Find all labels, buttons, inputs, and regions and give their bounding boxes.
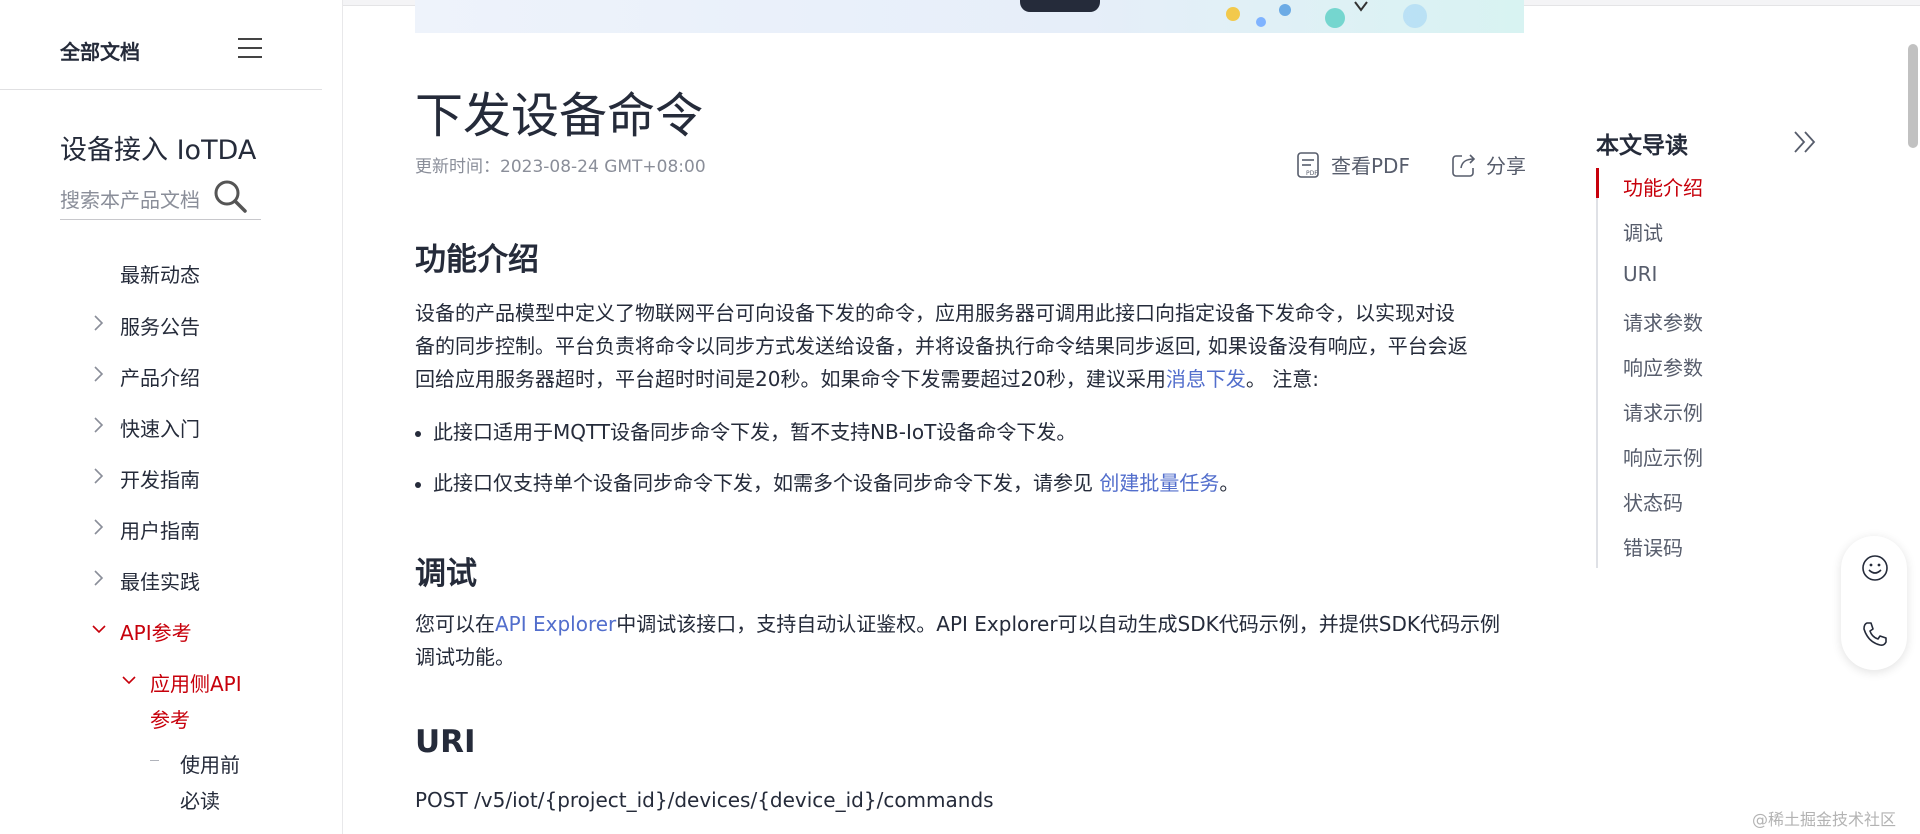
toc-active-marker [1596, 168, 1599, 198]
banner-decoration-icon [1226, 1, 1427, 28]
intro-line-2: 备的同步控制。平台负责将命令以同步方式发送给设备，并将设备执行命令结果同步返回,… [415, 334, 1468, 358]
share-label: 分享 [1486, 154, 1526, 178]
batch-task-link[interactable]: 创建批量任务 [1099, 471, 1219, 495]
sidebar-item-best-practice[interactable]: 最佳实践 [94, 566, 200, 595]
all-docs-label[interactable]: 全部文档 [60, 36, 140, 65]
toc-item-response-example[interactable]: 响应示例 [1623, 442, 1703, 471]
toc-item-request-example[interactable]: 请求示例 [1623, 397, 1703, 426]
section-heading-uri: URI [415, 724, 476, 760]
search-icon[interactable] [212, 178, 248, 214]
watermark: @稀土掘金技术社区 [1752, 810, 1897, 829]
sidebar-item-quickstart[interactable]: 快速入门 [94, 413, 200, 442]
intro-line-3b: 。 注意: [1245, 367, 1320, 391]
sidebar-item-app-api-cont[interactable]: 参考 [150, 704, 190, 733]
toc-item-debug[interactable]: 调试 [1623, 217, 1663, 246]
smile-icon[interactable] [1860, 553, 1890, 583]
chevron-right-icon [94, 519, 104, 535]
intro-line-3a: 回给应用服务器超时，平台超时时间是20秒。如果命令下发需要超过20秒，建议采用 [415, 367, 1166, 391]
sidebar: 全部文档 设备接入 IoTDA 搜索本产品文档 最新动态 服务公告 产品介绍 快… [0, 0, 343, 834]
chevron-right-icon [94, 468, 104, 484]
chevron-down-icon [122, 676, 136, 685]
sidebar-item-label: 快速入门 [120, 417, 200, 441]
chevron-right-icon [94, 315, 104, 331]
debug-line-2: 调试功能。 [415, 645, 515, 669]
debug-line-1a: 您可以在 [415, 612, 495, 636]
promo-banner[interactable] [415, 0, 1524, 33]
toc-item-uri[interactable]: URI [1623, 262, 1657, 286]
intro-paragraph: 设备的产品模型中定义了物联网平台可向设备下发的命令，应用服务器可调用此接口向指定… [415, 297, 1525, 396]
sidebar-item-label: 最新动态 [120, 263, 200, 287]
toc-title: 本文导读 [1596, 133, 1688, 159]
pdf-icon: PDF [1297, 151, 1319, 178]
sidebar-item-app-api[interactable]: 应用侧API [122, 668, 242, 697]
bullet-text-a: 此接口仅支持单个设备同步命令下发，如需多个设备同步命令下发，请参见 [433, 471, 1100, 495]
sidebar-item-user-guide[interactable]: 用户指南 [94, 515, 200, 544]
debug-paragraph: 您可以在API Explorer中调试该接口，支持自动认证鉴权。API Expl… [415, 608, 1525, 674]
toc-item-intro[interactable]: 功能介绍 [1623, 172, 1703, 201]
sidebar-item-label: 使用前 [180, 753, 240, 777]
bullet-text-b: 。 [1219, 471, 1240, 495]
product-search[interactable]: 搜索本产品文档 [60, 176, 261, 220]
sidebar-item-dev-guide[interactable]: 开发指南 [94, 464, 200, 493]
sidebar-item-latest[interactable]: 最新动态 [120, 259, 200, 288]
sidebar-item-label: 最佳实践 [120, 570, 200, 594]
sidebar-item-before-use-cont[interactable]: 必读 [180, 785, 220, 814]
double-chevron-right-icon[interactable] [1792, 128, 1818, 156]
page-scrollbar[interactable] [1908, 44, 1918, 148]
view-pdf-button[interactable]: PDF 查看PDF [1295, 150, 1410, 179]
sidebar-item-label: 开发指南 [120, 468, 200, 492]
intro-bullet-1: 此接口适用于MQTT设备同步命令下发，暂不支持NB-IoT设备命令下发。 [415, 416, 1076, 445]
product-title: 设备接入 IoTDA [60, 135, 257, 166]
debug-line-1: 您可以在API Explorer中调试该接口，支持自动认证鉴权。API Expl… [415, 608, 1525, 641]
sidebar-item-label: 必读 [180, 789, 220, 813]
menu-icon[interactable] [238, 38, 262, 60]
sidebar-item-label: 参考 [150, 708, 190, 732]
toc-item-status-code[interactable]: 状态码 [1623, 487, 1683, 516]
toc-track [1596, 168, 1598, 568]
view-pdf-label: 查看PDF [1331, 154, 1410, 178]
sidebar-item-label: 产品介绍 [120, 366, 200, 390]
updated-time: 更新时间：2023-08-24 GMT+08:00 [415, 157, 706, 177]
bullet-text: 此接口适用于MQTT设备同步命令下发，暂不支持NB-IoT设备命令下发。 [433, 420, 1077, 444]
floating-help-widget [1841, 536, 1907, 670]
message-send-link[interactable]: 消息下发 [1166, 367, 1246, 391]
chevron-right-icon [94, 417, 104, 433]
dash-icon [150, 760, 159, 761]
search-input[interactable]: 搜索本产品文档 [60, 184, 200, 213]
share-icon [1452, 153, 1476, 177]
sidebar-item-api-reference[interactable]: API参考 [92, 617, 192, 646]
api-explorer-link[interactable]: API Explorer [495, 612, 616, 636]
toc-item-request-params[interactable]: 请求参数 [1623, 307, 1703, 336]
intro-line-1: 设备的产品模型中定义了物联网平台可向设备下发的命令，应用服务器可调用此接口向指定… [415, 301, 1455, 325]
section-heading-intro: 功能介绍 [415, 242, 539, 278]
share-button[interactable]: 分享 [1450, 150, 1526, 179]
uri-value: POST /v5/iot/{project_id}/devices/{devic… [415, 788, 994, 812]
sidebar-header: 全部文档 [0, 0, 322, 90]
sidebar-item-product-intro[interactable]: 产品介绍 [94, 362, 200, 391]
svg-text:PDF: PDF [1306, 170, 1318, 177]
chevron-down-icon [92, 625, 106, 634]
sidebar-item-label: API参考 [120, 621, 192, 645]
sidebar-item-label: 应用侧API [150, 672, 242, 696]
intro-bullet-2: 此接口仅支持单个设备同步命令下发，如需多个设备同步命令下发，请参见 创建批量任务… [415, 467, 1239, 496]
toc-item-error-code[interactable]: 错误码 [1623, 532, 1683, 561]
chevron-right-icon [94, 366, 104, 382]
toc-item-response-params[interactable]: 响应参数 [1623, 352, 1703, 381]
sidebar-item-announcements[interactable]: 服务公告 [94, 311, 200, 340]
phone-icon[interactable] [1860, 619, 1890, 649]
page-title: 下发设备命令 [415, 88, 704, 144]
banner-pill [1020, 0, 1100, 12]
debug-line-1b: 中调试该接口，支持自动认证鉴权。API Explorer可以自动生成SDK代码示… [616, 612, 1500, 636]
sidebar-item-label: 服务公告 [120, 315, 200, 339]
intro-line-3: 回给应用服务器超时，平台超时时间是20秒。如果命令下发需要超过20秒，建议采用消… [415, 363, 1525, 396]
chevron-right-icon [94, 570, 104, 586]
section-heading-debug: 调试 [415, 556, 477, 592]
sidebar-item-label: 用户指南 [120, 519, 200, 543]
sidebar-item-before-use[interactable]: 使用前 [150, 749, 240, 778]
